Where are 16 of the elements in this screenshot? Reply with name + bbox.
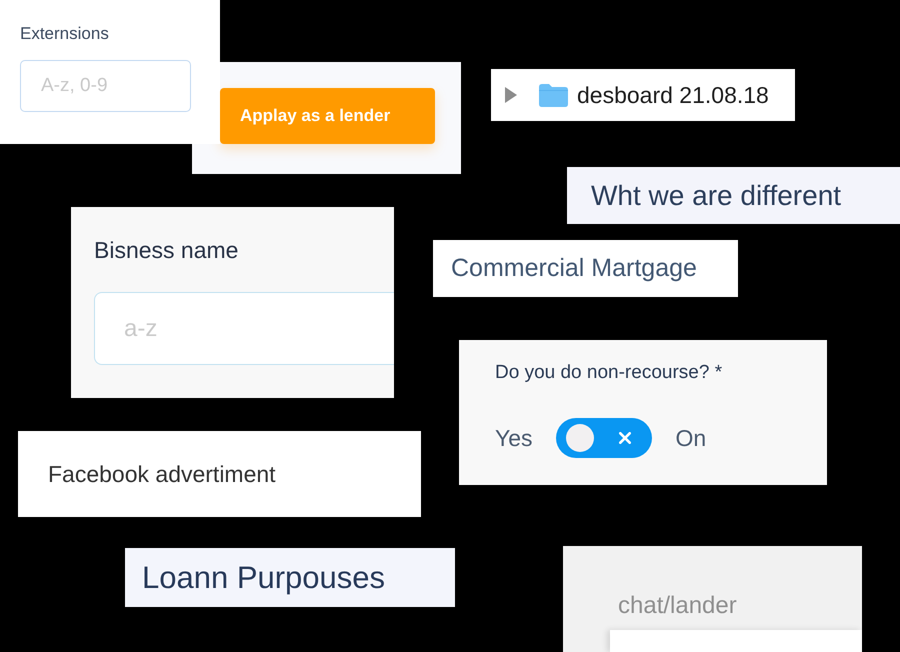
question-label: Do you do non-recourse? * (495, 362, 722, 384)
section-heading: Loann Purpouses (142, 560, 386, 596)
field-label: chat/lander (618, 592, 737, 620)
field-label: Bisness name (94, 237, 238, 264)
cross-icon (618, 432, 631, 444)
toggle-switch[interactable] (556, 418, 652, 458)
field-label: Externsions (20, 24, 109, 44)
option-label: Yes (495, 424, 533, 452)
input-field[interactable] (610, 630, 862, 652)
section-heading: Wht we are different (591, 180, 842, 212)
option-label: On (676, 424, 706, 452)
folder-name[interactable]: desboard 21.08.18 (577, 82, 769, 108)
title-text: Commercial Martgage (451, 254, 697, 283)
disclosure-triangle-icon[interactable] (505, 87, 517, 103)
folder-icon (539, 84, 568, 106)
option-text: Facebook advertiment (48, 460, 276, 488)
